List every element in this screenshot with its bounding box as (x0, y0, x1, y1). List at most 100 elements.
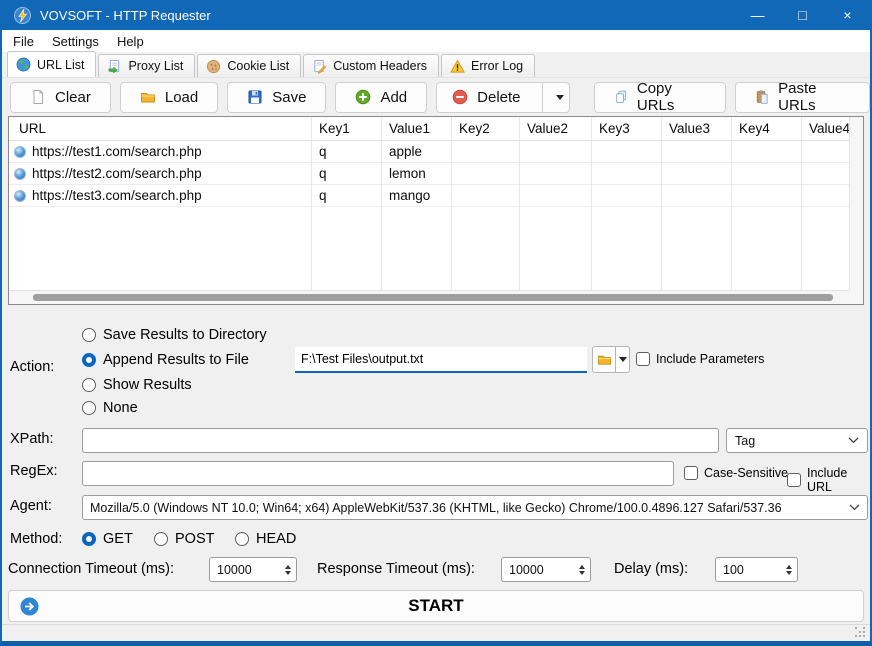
spinner-arrows[interactable] (279, 558, 296, 581)
chevron-down-icon (556, 95, 564, 100)
radio-method-get[interactable]: GET (82, 529, 133, 549)
xpath-label: XPath: (10, 431, 54, 447)
cell-key1: q (311, 166, 381, 181)
spin-down-icon (786, 571, 792, 575)
tab-error-log[interactable]: Error Log (441, 54, 535, 77)
xpath-input[interactable] (82, 428, 719, 453)
button-label: Paste URLs (778, 80, 850, 114)
window-title: VOVSOFT - HTTP Requester (40, 8, 211, 23)
settings-panel: Action: Save Results to Directory Append… (2, 305, 870, 624)
delete-button[interactable]: Delete (437, 83, 532, 112)
table-row[interactable]: https://test2.com/search.php q lemon (9, 163, 849, 185)
radio-method-post[interactable]: POST (154, 529, 214, 549)
response-timeout-spinner[interactable] (501, 557, 591, 582)
tab-custom-headers[interactable]: Custom Headers (303, 54, 439, 77)
menu-settings[interactable]: Settings (43, 32, 108, 51)
minimize-button[interactable]: — (735, 0, 780, 30)
spinner-arrows[interactable] (780, 558, 797, 581)
window-controls: — □ × (735, 0, 870, 30)
paste-urls-button[interactable]: Paste URLs (735, 82, 870, 113)
checkbox-icon (636, 352, 650, 366)
column-header-key1[interactable]: Key1 (311, 121, 381, 136)
table-row[interactable]: https://test3.com/search.php q mango (9, 185, 849, 207)
column-header-key2[interactable]: Key2 (451, 121, 519, 136)
radio-append-results-to-file[interactable]: Append Results to File (82, 350, 249, 370)
menu-file[interactable]: File (4, 32, 43, 51)
radio-method-head[interactable]: HEAD (235, 529, 296, 549)
delay-spinner[interactable] (715, 557, 798, 582)
cell-url: https://test1.com/search.php (32, 144, 202, 159)
column-header-value3[interactable]: Value3 (661, 121, 731, 136)
close-button[interactable]: × (825, 0, 870, 30)
tab-cookie-list[interactable]: Cookie List (197, 54, 301, 77)
copy-urls-button[interactable]: Copy URLs (594, 82, 726, 113)
column-divider (311, 117, 312, 290)
tab-label: Cookie List (227, 59, 289, 73)
agent-input[interactable] (82, 495, 868, 520)
cell-url: https://test3.com/search.php (32, 188, 202, 203)
radio-icon (82, 378, 96, 392)
browse-dropdown-arrow[interactable] (616, 347, 629, 372)
spin-down-icon (285, 571, 291, 575)
start-button[interactable]: START (8, 590, 864, 622)
column-header-key3[interactable]: Key3 (591, 121, 661, 136)
include-parameters-checkbox[interactable]: Include Parameters (636, 352, 764, 366)
column-divider (451, 117, 452, 290)
connection-timeout-spinner[interactable] (209, 557, 297, 582)
radio-label: None (103, 400, 138, 416)
output-file-input[interactable] (295, 347, 587, 373)
folder-icon (140, 89, 156, 105)
horizontal-scrollbar[interactable] (9, 290, 849, 304)
resize-grip[interactable] (855, 627, 857, 629)
add-button[interactable]: Add (335, 82, 427, 113)
button-label: Add (380, 89, 407, 106)
clear-button[interactable]: Clear (10, 82, 111, 113)
copy-icon (614, 89, 628, 105)
maximize-button[interactable]: □ (780, 0, 825, 30)
load-button[interactable]: Load (120, 82, 218, 113)
radio-selected-icon (82, 353, 96, 367)
scrollbar-corner (849, 290, 863, 304)
url-orb-icon (14, 168, 26, 180)
agent-combobox[interactable] (82, 495, 868, 520)
column-header-url[interactable]: URL (9, 121, 311, 136)
column-divider (519, 117, 520, 290)
scrollbar-thumb[interactable] (33, 294, 833, 301)
url-table: URL Key1 Value1 Key2 Value2 Key3 Value3 … (8, 116, 864, 305)
tab-url-list[interactable]: URL List (7, 51, 96, 77)
radio-show-results[interactable]: Show Results (82, 375, 192, 395)
browse-button[interactable] (593, 347, 615, 372)
radio-icon (235, 532, 249, 546)
response-timeout-input[interactable] (502, 558, 573, 581)
case-sensitive-checkbox[interactable]: Case-Sensitive (684, 466, 788, 480)
menu-help[interactable]: Help (108, 32, 153, 51)
cell-value1: lemon (381, 166, 451, 181)
response-timeout-label: Response Timeout (ms): (317, 561, 475, 577)
column-header-key4[interactable]: Key4 (731, 121, 801, 136)
checkbox-label: Case-Sensitive (704, 466, 788, 480)
regex-input[interactable] (82, 461, 674, 486)
delay-label: Delay (ms): (614, 561, 688, 577)
cookie-icon (206, 59, 221, 74)
cell-key1: q (311, 144, 381, 159)
radio-none[interactable]: None (82, 398, 138, 418)
table-row[interactable]: https://test1.com/search.php q apple (9, 141, 849, 163)
delay-input[interactable] (716, 558, 780, 581)
column-header-value1[interactable]: Value1 (381, 121, 451, 136)
column-header-value4[interactable]: Value4 (801, 121, 849, 136)
column-header-value2[interactable]: Value2 (519, 121, 591, 136)
start-arrow-icon (20, 597, 39, 616)
vertical-scrollbar[interactable] (849, 117, 863, 290)
radio-icon (154, 532, 168, 546)
radio-save-results-to-directory[interactable]: Save Results to Directory (82, 325, 267, 345)
spinner-arrows[interactable] (573, 558, 590, 581)
tab-proxy-list[interactable]: Proxy List (98, 54, 195, 77)
cell-url: https://test2.com/search.php (32, 166, 202, 181)
include-url-checkbox[interactable]: Include URL (787, 466, 870, 494)
regex-label: RegEx: (10, 463, 58, 479)
delete-dropdown-arrow[interactable] (552, 83, 569, 112)
folder-icon (597, 352, 612, 367)
tag-dropdown[interactable]: Tag (726, 428, 868, 453)
save-button[interactable]: Save (227, 82, 326, 113)
connection-timeout-input[interactable] (210, 558, 279, 581)
